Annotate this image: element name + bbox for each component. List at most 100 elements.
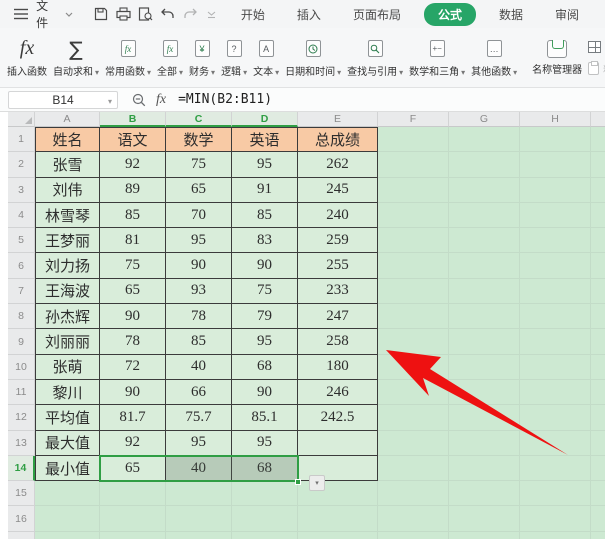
- cell-F4[interactable]: [378, 202, 449, 229]
- cell-G14[interactable]: [449, 455, 520, 482]
- tab-formulas[interactable]: 公式: [423, 2, 476, 26]
- cell-D13[interactable]: 95: [232, 430, 298, 456]
- cell-D7[interactable]: 75: [232, 278, 298, 305]
- cell-G5[interactable]: [449, 228, 520, 254]
- cell-F11[interactable]: [378, 379, 449, 406]
- undo-icon[interactable]: [158, 4, 176, 24]
- cell-E5[interactable]: 259: [298, 228, 378, 254]
- cell-B15[interactable]: [100, 481, 166, 507]
- cell-C15[interactable]: [166, 481, 232, 507]
- cell-C9[interactable]: 85: [166, 329, 232, 355]
- cell-A11[interactable]: 黎川: [35, 379, 100, 406]
- row-header-6[interactable]: 6: [8, 253, 35, 279]
- cell-H12[interactable]: [520, 405, 591, 431]
- ribbon-button-doc-fx[interactable]: fx 全部 ▾: [154, 28, 186, 87]
- cell-D6[interactable]: 90: [232, 253, 298, 279]
- cell-B17[interactable]: [100, 531, 166, 539]
- row-header-9[interactable]: 9: [8, 329, 35, 355]
- cell-F5[interactable]: [378, 228, 449, 254]
- cell-B12[interactable]: 81.7: [100, 405, 166, 431]
- redo-icon[interactable]: [181, 4, 199, 24]
- cell-H10[interactable]: [520, 354, 591, 380]
- cell-F17[interactable]: [378, 531, 449, 539]
- column-header-D[interactable]: D: [232, 112, 298, 127]
- cell-G4[interactable]: [449, 202, 520, 229]
- column-header-H[interactable]: H: [520, 112, 591, 127]
- cell-H15[interactable]: [520, 481, 591, 507]
- column-header-G[interactable]: G: [449, 112, 520, 127]
- cell-C6[interactable]: 90: [166, 253, 232, 279]
- cell-B1[interactable]: 语文: [100, 127, 166, 153]
- cell-A1[interactable]: 姓名: [35, 127, 100, 153]
- print-icon[interactable]: [114, 4, 132, 24]
- cell-E4[interactable]: 240: [298, 202, 378, 229]
- tab-0[interactable]: 开始: [232, 3, 274, 26]
- cell-E11[interactable]: 246: [298, 379, 378, 406]
- cell-E8[interactable]: 247: [298, 304, 378, 330]
- cell-E1[interactable]: 总成绩: [298, 127, 378, 153]
- cell-A12[interactable]: 平均值: [35, 405, 100, 431]
- cell-B3[interactable]: 89: [100, 177, 166, 203]
- cell-F3[interactable]: [378, 177, 449, 203]
- cell-F15[interactable]: [378, 481, 449, 507]
- cell-E17[interactable]: [298, 531, 378, 539]
- cell-C16[interactable]: [166, 506, 232, 532]
- cell-H9[interactable]: [520, 329, 591, 355]
- row-header-15[interactable]: 15: [8, 481, 35, 507]
- ribbon-button-book-more[interactable]: … 其他函数 ▾: [468, 28, 520, 87]
- cell-F14[interactable]: [378, 455, 449, 482]
- column-header-F[interactable]: F: [378, 112, 449, 127]
- cell-D14[interactable]: 68: [232, 455, 298, 482]
- cell-D9[interactable]: 95: [232, 329, 298, 355]
- cell-H6[interactable]: [520, 253, 591, 279]
- cell-G15[interactable]: [449, 481, 520, 507]
- cell-A8[interactable]: 孙杰辉: [35, 304, 100, 330]
- cell-G7[interactable]: [449, 278, 520, 305]
- cell-C3[interactable]: 65: [166, 177, 232, 203]
- cell-A15[interactable]: [35, 481, 100, 507]
- cell-A5[interactable]: 王梦丽: [35, 228, 100, 254]
- cell-H8[interactable]: [520, 304, 591, 330]
- cell-C1[interactable]: 数学: [166, 127, 232, 153]
- fx-icon[interactable]: fx: [156, 92, 166, 108]
- cell-F16[interactable]: [378, 506, 449, 532]
- cell-C11[interactable]: 66: [166, 379, 232, 406]
- cell-H4[interactable]: [520, 202, 591, 229]
- cell-A7[interactable]: 王海波: [35, 278, 100, 305]
- cell-H11[interactable]: [520, 379, 591, 406]
- cell-B8[interactable]: 90: [100, 304, 166, 330]
- cell-E10[interactable]: 180: [298, 354, 378, 380]
- assign-names-button[interactable]: 指定: [588, 39, 605, 54]
- cell-D10[interactable]: 68: [232, 354, 298, 380]
- column-header-E[interactable]: E: [298, 112, 378, 127]
- name-manager-button[interactable]: 名称管理器: [528, 28, 586, 87]
- cell-A10[interactable]: 张萌: [35, 354, 100, 380]
- cell-E7[interactable]: 233: [298, 278, 378, 305]
- cell-C2[interactable]: 75: [166, 152, 232, 178]
- cell-E13[interactable]: [298, 430, 378, 456]
- cell-H14[interactable]: [520, 455, 591, 482]
- cell-G8[interactable]: [449, 304, 520, 330]
- cell-G10[interactable]: [449, 354, 520, 380]
- cell-G2[interactable]: [449, 152, 520, 178]
- cell-G3[interactable]: [449, 177, 520, 203]
- cell-F6[interactable]: [378, 253, 449, 279]
- ribbon-button-doc-a[interactable]: A 文本 ▾: [250, 28, 282, 87]
- row-header-8[interactable]: 8: [8, 304, 35, 330]
- cell-H13[interactable]: [520, 430, 591, 456]
- cell-B2[interactable]: 92: [100, 152, 166, 178]
- cell-G1[interactable]: [449, 127, 520, 153]
- cell-F9[interactable]: [378, 329, 449, 355]
- more-commands-chevron-icon[interactable]: [203, 4, 221, 24]
- tab-1[interactable]: 插入: [288, 3, 330, 26]
- cell-A3[interactable]: 刘伟: [35, 177, 100, 203]
- cell-A4[interactable]: 林雪琴: [35, 202, 100, 229]
- row-header-4[interactable]: 4: [8, 202, 35, 229]
- cell-H17[interactable]: [520, 531, 591, 539]
- cell-B10[interactable]: 72: [100, 354, 166, 380]
- cell-B13[interactable]: 92: [100, 430, 166, 456]
- hamburger-menu-icon[interactable]: [12, 4, 30, 24]
- row-header-7[interactable]: 7: [8, 278, 35, 305]
- cell-F12[interactable]: [378, 405, 449, 431]
- ribbon-button-doc-yen[interactable]: ¥ 财务 ▾: [186, 28, 218, 87]
